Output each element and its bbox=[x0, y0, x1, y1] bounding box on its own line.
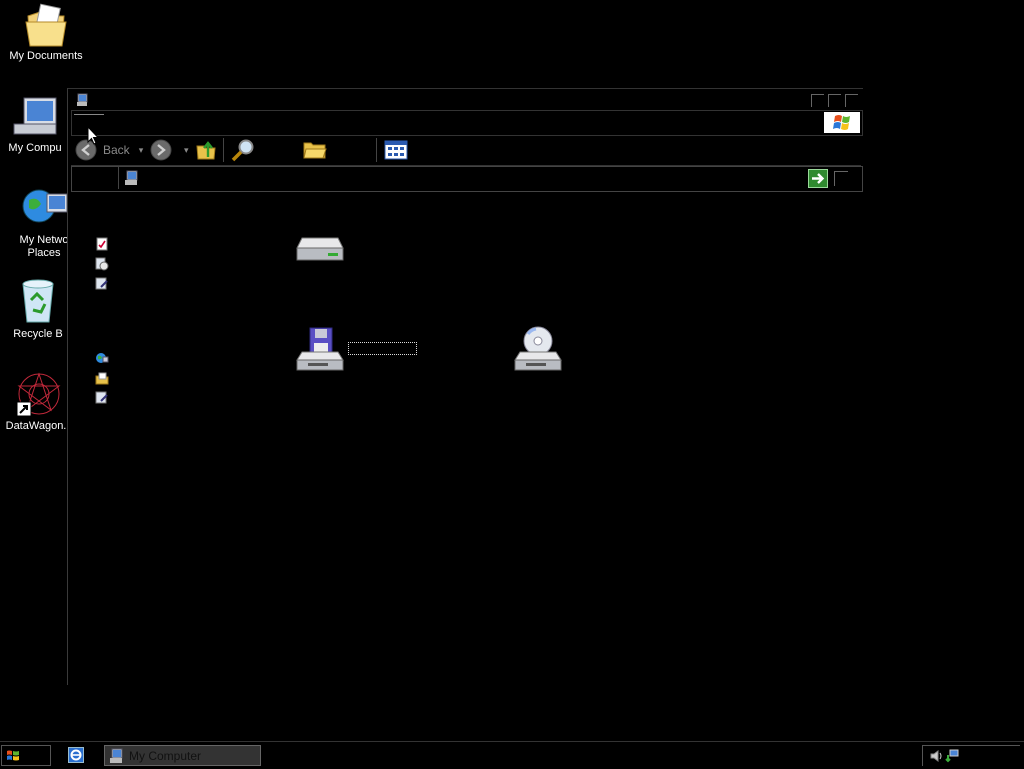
control-panel-icon[interactable] bbox=[95, 391, 109, 405]
up-folder-button[interactable] bbox=[196, 139, 216, 161]
go-button[interactable] bbox=[808, 169, 828, 188]
menu-focus-line bbox=[74, 114, 104, 115]
my-computer-icon bbox=[13, 97, 57, 135]
toolbar-separator bbox=[376, 138, 377, 162]
folder-documents-icon bbox=[25, 3, 67, 47]
my-documents-icon[interactable] bbox=[95, 371, 109, 385]
forward-button[interactable]: ▾ bbox=[150, 139, 189, 161]
address-bar bbox=[71, 166, 863, 192]
back-button[interactable]: Back ▾ bbox=[75, 139, 143, 161]
desktop-icon-my-computer[interactable]: My Compu bbox=[0, 94, 75, 155]
desktop-icon-label: My Documents bbox=[9, 50, 83, 62]
cd-drive-icon[interactable] bbox=[514, 326, 562, 372]
menu-bar[interactable] bbox=[71, 110, 863, 136]
address-dropdown-button[interactable] bbox=[834, 171, 848, 186]
mouse-cursor bbox=[87, 126, 99, 145]
close-button[interactable] bbox=[845, 94, 858, 107]
folders-button[interactable] bbox=[303, 139, 327, 161]
taskbar-button-label: My Computer bbox=[129, 748, 202, 763]
windows-flag-icon bbox=[833, 115, 850, 130]
system-info-icon[interactable] bbox=[95, 237, 109, 251]
maximize-button[interactable] bbox=[828, 94, 841, 107]
network-places-icon bbox=[22, 189, 68, 223]
my-computer-icon bbox=[125, 170, 138, 185]
taskbar: My Computer bbox=[0, 741, 1024, 769]
views-icon bbox=[384, 140, 408, 160]
floppy-drive-icon[interactable] bbox=[296, 326, 344, 372]
forward-dropdown-arrow[interactable]: ▾ bbox=[184, 145, 189, 156]
desktop-icon-datawagon[interactable]: DataWagon. bbox=[0, 370, 76, 433]
back-label: Back bbox=[103, 143, 130, 157]
forward-arrow-icon bbox=[150, 139, 172, 161]
internet-explorer-icon[interactable] bbox=[68, 747, 84, 763]
desktop-icon-label: DataWagon. bbox=[5, 420, 67, 432]
address-input[interactable] bbox=[118, 167, 848, 189]
my-computer-icon bbox=[77, 93, 88, 106]
system-tray bbox=[922, 745, 1020, 766]
toolbar-separator bbox=[223, 138, 224, 162]
taskbar-button-my-computer[interactable]: My Computer bbox=[104, 745, 261, 766]
views-button[interactable] bbox=[384, 139, 408, 161]
add-remove-programs-icon[interactable] bbox=[95, 257, 109, 271]
start-button[interactable] bbox=[1, 745, 51, 766]
my-computer-icon bbox=[110, 748, 123, 763]
network-icon[interactable] bbox=[945, 749, 959, 763]
hard-disk-icon[interactable] bbox=[296, 236, 344, 262]
my-computer-window: Back ▾ ▾ bbox=[67, 88, 864, 685]
standard-toolbar: Back ▾ ▾ bbox=[71, 135, 861, 166]
back-dropdown-arrow[interactable]: ▾ bbox=[139, 145, 144, 156]
folders-icon bbox=[303, 142, 327, 159]
search-button[interactable] bbox=[230, 139, 256, 162]
desktop-icon-my-documents[interactable]: My Documents bbox=[6, 2, 86, 63]
windows-flag-icon bbox=[7, 750, 19, 761]
recycle-bin-icon bbox=[22, 279, 54, 323]
windows-logo bbox=[824, 112, 860, 133]
up-folder-icon bbox=[196, 141, 216, 160]
title-bar[interactable] bbox=[68, 88, 863, 111]
minimize-button[interactable] bbox=[811, 94, 824, 107]
datawagon-shortcut-icon bbox=[16, 372, 61, 417]
volume-icon[interactable] bbox=[929, 749, 943, 763]
drive-label-focus-box[interactable] bbox=[348, 342, 417, 355]
search-icon bbox=[231, 139, 254, 162]
go-arrow-icon bbox=[812, 173, 825, 184]
desktop-icon-label: My Compu bbox=[8, 142, 62, 154]
change-setting-icon[interactable] bbox=[95, 277, 109, 291]
network-places-icon[interactable] bbox=[95, 351, 109, 365]
